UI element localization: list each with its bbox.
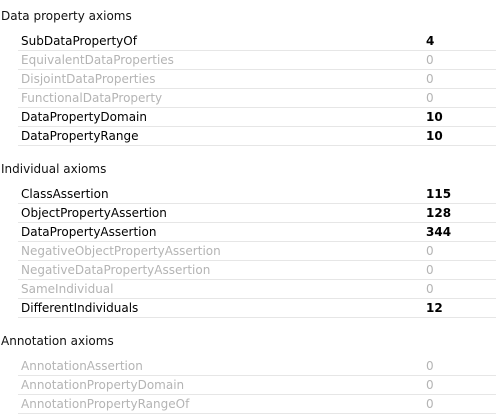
metric-count: 0	[426, 378, 434, 392]
section-title: Annotation axioms	[1, 334, 114, 348]
metric-count: 0	[426, 359, 434, 373]
section-data-property-axioms: Data property axioms SubDataPropertyOf 4 …	[0, 7, 496, 146]
metric-row: FunctionalDataProperty 0	[18, 89, 496, 108]
metric-count: 0	[426, 263, 434, 277]
metrics-list: ClassAssertion 115 ObjectPropertyAssertio…	[0, 185, 496, 318]
metric-row: DataPropertyAssertion 344	[18, 223, 496, 242]
metric-row: SameIndividual 0	[18, 280, 496, 299]
metric-count: 10	[426, 110, 443, 124]
metric-label: DataPropertyRange	[21, 129, 139, 143]
section-annotation-axioms: Annotation axioms AnnotationAssertion 0 A…	[0, 332, 496, 414]
metric-label: NegativeDataPropertyAssertion	[21, 263, 211, 277]
metric-count: 0	[426, 53, 434, 67]
metric-count: 0	[426, 244, 434, 258]
metric-row: SubDataPropertyOf 4	[18, 32, 496, 51]
metric-row: AnnotationPropertyRangeOf 0	[18, 395, 496, 414]
metric-row: NegativeDataPropertyAssertion 0	[18, 261, 496, 280]
metric-label: ClassAssertion	[21, 187, 109, 201]
metric-row: ClassAssertion 115	[18, 185, 496, 204]
metric-label: AnnotationPropertyRangeOf	[21, 397, 190, 411]
metric-count: 128	[426, 206, 452, 220]
metric-row: EquivalentDataProperties 0	[18, 51, 496, 70]
metric-count: 4	[426, 34, 435, 48]
section-individual-axioms: Individual axioms ClassAssertion 115 Obje…	[0, 160, 496, 318]
metric-row: DisjointDataProperties 0	[18, 70, 496, 89]
metric-count: 12	[426, 301, 443, 315]
metric-count: 0	[426, 282, 434, 296]
metric-label: NegativeObjectPropertyAssertion	[21, 244, 221, 258]
metrics-list: SubDataPropertyOf 4 EquivalentDataPropert…	[0, 32, 496, 146]
metric-row: NegativeObjectPropertyAssertion 0	[18, 242, 496, 261]
metric-label: AnnotationAssertion	[21, 359, 143, 373]
metric-label: AnnotationPropertyDomain	[21, 378, 185, 392]
metric-label: SubDataPropertyOf	[21, 34, 137, 48]
metric-row: DataPropertyDomain 10	[18, 108, 496, 127]
metric-label: DataPropertyAssertion	[21, 225, 157, 239]
metric-row: ObjectPropertyAssertion 128	[18, 204, 496, 223]
metric-label: DataPropertyDomain	[21, 110, 147, 124]
metric-row: AnnotationPropertyDomain 0	[18, 376, 496, 395]
metric-row: AnnotationAssertion 0	[18, 357, 496, 376]
metric-count: 0	[426, 72, 434, 86]
metric-label: DisjointDataProperties	[21, 72, 156, 86]
metric-label: EquivalentDataProperties	[21, 53, 174, 67]
metric-count: 0	[426, 91, 434, 105]
metric-row: DataPropertyRange 10	[18, 127, 496, 146]
metric-count: 0	[426, 397, 434, 411]
metric-label: FunctionalDataProperty	[21, 91, 163, 105]
metric-label: DifferentIndividuals	[21, 301, 139, 315]
metric-count: 344	[426, 225, 452, 239]
metric-label: SameIndividual	[21, 282, 114, 296]
section-title: Individual axioms	[1, 162, 107, 176]
metric-count: 115	[426, 187, 452, 201]
metric-count: 10	[426, 129, 443, 143]
metrics-list: AnnotationAssertion 0 AnnotationPropertyD…	[0, 357, 496, 414]
metric-row: DifferentIndividuals 12	[18, 299, 496, 318]
metric-label: ObjectPropertyAssertion	[21, 206, 167, 220]
section-title: Data property axioms	[1, 9, 132, 23]
